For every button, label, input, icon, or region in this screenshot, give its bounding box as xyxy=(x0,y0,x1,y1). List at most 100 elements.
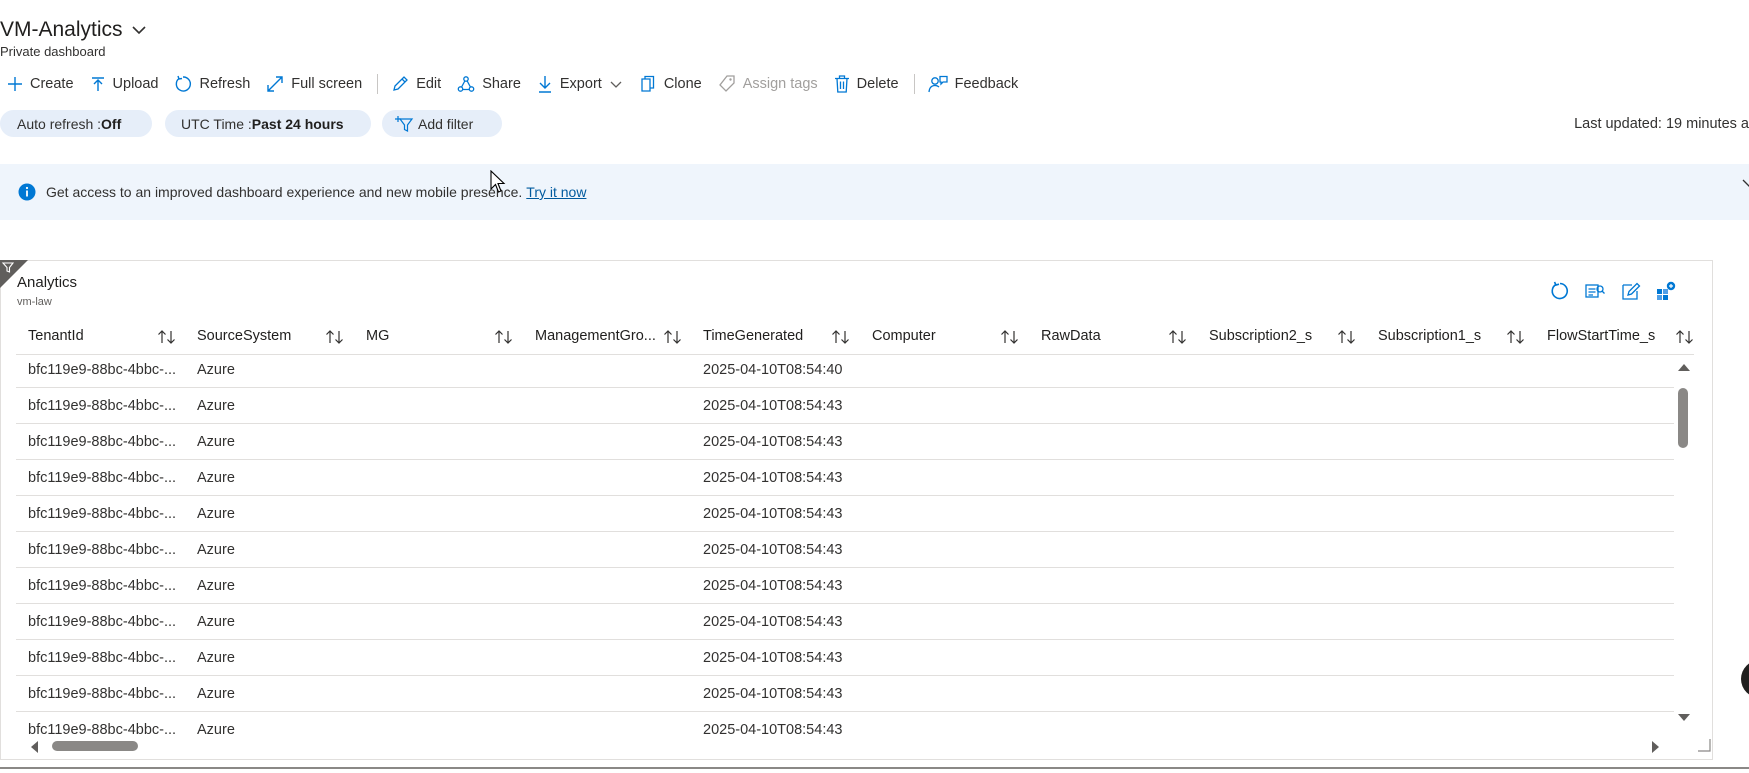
column-header-timegenerated[interactable]: TimeGenerated xyxy=(703,318,803,354)
cell-timegenerated: 2025-04-10T08:54:43 xyxy=(703,398,843,414)
cell-sourcesystem: Azure xyxy=(197,686,235,702)
cell-tenantid: bfc119e9-88bc-4bbc-... xyxy=(28,722,177,738)
tile-query-icon[interactable] xyxy=(1585,281,1605,301)
tile-edit-icon[interactable] xyxy=(1621,281,1641,301)
share-icon xyxy=(457,75,475,93)
table-row[interactable]: bfc119e9-88bc-4bbc-... Azure 2025-04-10T… xyxy=(16,460,1674,496)
refresh-button[interactable]: Refresh xyxy=(167,72,259,96)
add-filter-icon xyxy=(394,115,414,133)
scroll-down-arrow[interactable] xyxy=(1677,713,1691,723)
cell-tenantid: bfc119e9-88bc-4bbc-... xyxy=(28,578,177,594)
export-chevron-icon xyxy=(609,77,623,91)
mouse-cursor-icon xyxy=(490,170,506,194)
table-row[interactable]: bfc119e9-88bc-4bbc-... Azure 2025-04-10T… xyxy=(16,532,1674,568)
sort-icon[interactable] xyxy=(494,329,514,345)
sort-icon[interactable] xyxy=(1675,329,1695,345)
table-row[interactable]: bfc119e9-88bc-4bbc-... Azure 2025-04-10T… xyxy=(16,604,1674,640)
horizontal-scrollbar-thumb[interactable] xyxy=(52,741,138,751)
table-row[interactable]: bfc119e9-88bc-4bbc-... Azure 2025-04-10T… xyxy=(16,640,1674,676)
full-screen-button[interactable]: Full screen xyxy=(259,72,371,96)
auto-refresh-pill[interactable]: Auto refresh : Off xyxy=(0,110,152,137)
clone-button[interactable]: Clone xyxy=(632,72,711,96)
create-button[interactable]: Create xyxy=(0,72,83,96)
scroll-right-arrow[interactable] xyxy=(1651,740,1661,754)
column-header-computer[interactable]: Computer xyxy=(872,318,936,354)
cell-timegenerated: 2025-04-10T08:54:43 xyxy=(703,614,843,630)
auto-refresh-value: Off xyxy=(101,115,122,132)
share-label: Share xyxy=(482,76,521,92)
sort-icon[interactable] xyxy=(1168,329,1188,345)
time-range-pill[interactable]: UTC Time : Past 24 hours xyxy=(165,110,371,137)
table-row[interactable]: bfc119e9-88bc-4bbc-... Azure 2025-04-10T… xyxy=(16,712,1674,740)
cell-sourcesystem: Azure xyxy=(197,434,235,450)
try-it-now-link[interactable]: Try it now xyxy=(526,184,586,200)
column-header-rawdata[interactable]: RawData xyxy=(1041,318,1101,354)
table-row[interactable]: bfc119e9-88bc-4bbc-... Azure 2025-04-10T… xyxy=(16,424,1674,460)
refresh-label: Refresh xyxy=(199,76,251,92)
last-updated-text: Last updated: 19 minutes a xyxy=(1574,116,1749,132)
add-filter-button[interactable]: Add filter xyxy=(382,110,502,137)
scroll-left-arrow[interactable] xyxy=(29,740,39,754)
info-icon xyxy=(18,183,36,201)
tile-subtitle: vm-law xyxy=(17,296,52,308)
full-screen-label: Full screen xyxy=(291,76,363,92)
cell-tenantid: bfc119e9-88bc-4bbc-... xyxy=(28,362,177,378)
column-header-mg[interactable]: MG xyxy=(366,318,389,354)
sort-icon[interactable] xyxy=(663,329,683,345)
table-row[interactable]: bfc119e9-88bc-4bbc-... Azure 2025-04-10T… xyxy=(16,496,1674,532)
table-row[interactable]: bfc119e9-88bc-4bbc-... Azure 2025-04-10T… xyxy=(16,676,1674,712)
sort-icon[interactable] xyxy=(157,329,177,345)
delete-icon xyxy=(834,75,850,93)
cell-tenantid: bfc119e9-88bc-4bbc-... xyxy=(28,686,177,702)
edit-button[interactable]: Edit xyxy=(384,72,450,96)
column-header-flowstarttime[interactable]: FlowStartTime_s xyxy=(1547,318,1655,354)
column-header-tenantid[interactable]: TenantId xyxy=(28,318,84,354)
table-row[interactable]: bfc119e9-88bc-4bbc-... Azure 2025-04-10T… xyxy=(16,568,1674,604)
cell-sourcesystem: Azure xyxy=(197,722,235,738)
clone-icon xyxy=(639,75,657,93)
cell-timegenerated: 2025-04-10T08:54:43 xyxy=(703,506,843,522)
upload-label: Upload xyxy=(112,76,159,92)
cell-sourcesystem: Azure xyxy=(197,650,235,666)
column-header-subscription1[interactable]: Subscription1_s xyxy=(1378,318,1481,354)
share-button[interactable]: Share xyxy=(450,72,530,96)
assign-tags-button[interactable]: Assign tags xyxy=(711,72,827,96)
cell-timegenerated: 2025-04-10T08:54:43 xyxy=(703,578,843,594)
tile-refresh-icon[interactable] xyxy=(1550,281,1570,301)
chevron-down-icon[interactable] xyxy=(131,22,147,38)
cell-tenantid: bfc119e9-88bc-4bbc-... xyxy=(28,470,177,486)
pin-icon[interactable] xyxy=(1656,281,1676,301)
vertical-scrollbar-thumb[interactable] xyxy=(1678,388,1688,448)
table-row[interactable]: bfc119e9-88bc-4bbc-... Azure 2025-04-10T… xyxy=(16,352,1674,388)
cell-timegenerated: 2025-04-10T08:54:43 xyxy=(703,686,843,702)
column-header-sourcesystem[interactable]: SourceSystem xyxy=(197,318,291,354)
sort-icon[interactable] xyxy=(1000,329,1020,345)
sort-icon[interactable] xyxy=(1506,329,1526,345)
upload-button[interactable]: Upload xyxy=(83,72,168,96)
cell-timegenerated: 2025-04-10T08:54:40 xyxy=(703,362,843,378)
close-icon[interactable] xyxy=(1741,178,1749,190)
delete-button[interactable]: Delete xyxy=(827,72,908,96)
dashboard-title-row[interactable]: VM-Analytics xyxy=(0,18,147,42)
info-banner: Get access to an improved dashboard expe… xyxy=(0,164,1749,220)
column-header-subscription2[interactable]: Subscription2_s xyxy=(1209,318,1312,354)
scroll-up-arrow[interactable] xyxy=(1677,362,1691,372)
resize-handle-icon[interactable] xyxy=(1697,738,1711,752)
dashboard-title[interactable]: VM-Analytics xyxy=(0,18,123,42)
sort-icon[interactable] xyxy=(1337,329,1357,345)
time-range-value: Past 24 hours xyxy=(251,115,344,132)
sort-icon[interactable] xyxy=(325,329,345,345)
column-header-managementgroup[interactable]: ManagementGro... xyxy=(535,318,656,354)
export-button[interactable]: Export xyxy=(530,72,632,96)
sort-icon[interactable] xyxy=(831,329,851,345)
edit-icon xyxy=(391,75,409,93)
command-bar: Create Upload Refresh Full screen Edit S… xyxy=(0,72,1027,96)
clone-label: Clone xyxy=(663,76,702,92)
table-row[interactable]: bfc119e9-88bc-4bbc-... Azure 2025-04-10T… xyxy=(16,388,1674,424)
feedback-button[interactable]: Feedback xyxy=(921,72,1028,96)
floating-action-button[interactable] xyxy=(1741,660,1749,698)
cell-timegenerated: 2025-04-10T08:54:43 xyxy=(703,434,843,450)
cell-sourcesystem: Azure xyxy=(197,506,235,522)
feedback-icon xyxy=(927,75,948,93)
dashboard-subtitle: Private dashboard xyxy=(0,44,106,59)
